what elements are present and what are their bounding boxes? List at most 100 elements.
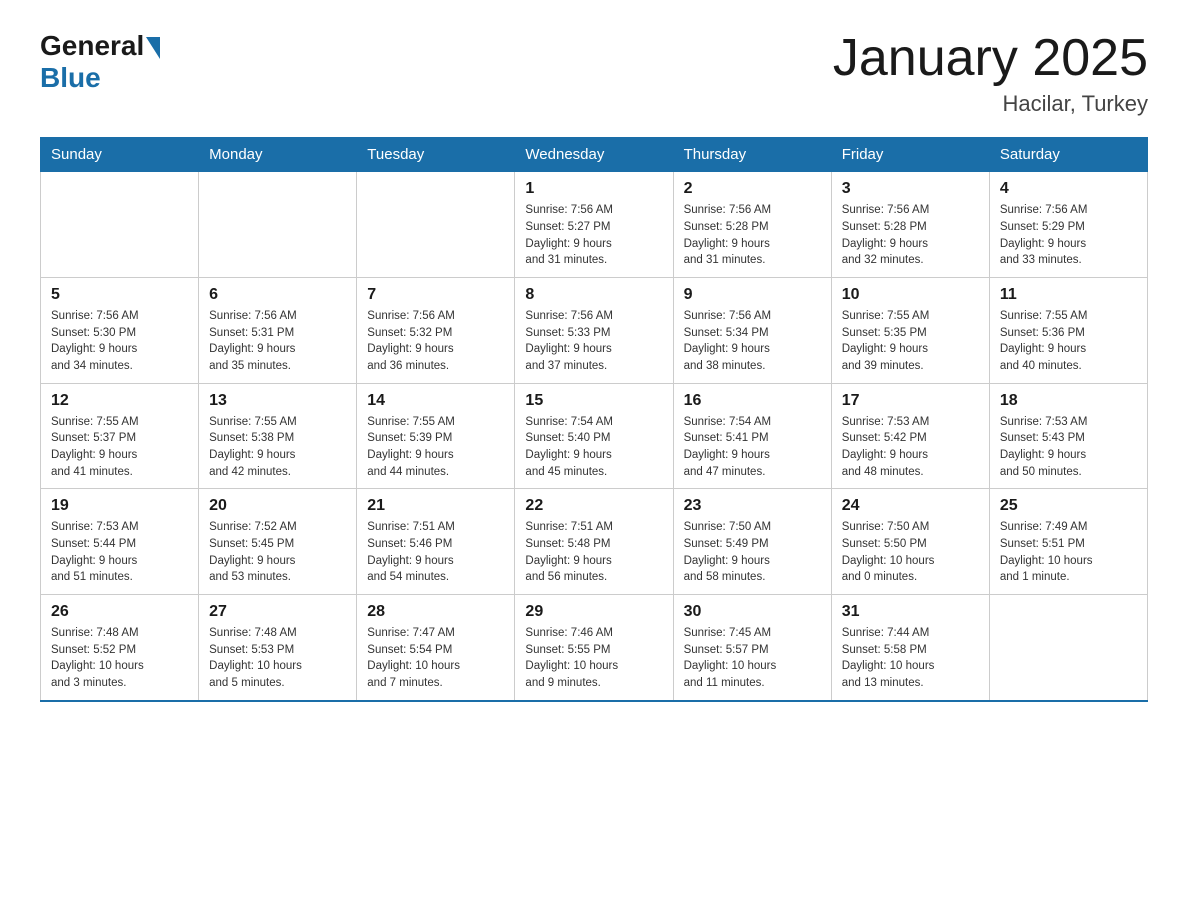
logo: General Blue xyxy=(40,30,160,94)
calendar-cell: 12 Sunrise: 7:55 AM Sunset: 5:37 PM Dayli… xyxy=(41,383,199,489)
day-number: 28 xyxy=(367,603,504,621)
day-number: 24 xyxy=(842,497,979,515)
calendar-cell xyxy=(41,172,199,278)
weekday-header: Friday xyxy=(831,138,989,172)
day-info: Sunrise: 7:56 AM Sunset: 5:30 PM Dayligh… xyxy=(51,308,188,375)
day-number: 7 xyxy=(367,286,504,304)
calendar-cell: 20Sunrise: 7:52 AM Sunset: 5:45 PM Dayli… xyxy=(199,489,357,595)
calendar-cell: 19 Sunrise: 7:53 AM Sunset: 5:44 PM Dayli… xyxy=(41,489,199,595)
calendar-cell xyxy=(357,172,515,278)
day-info: Sunrise: 7:53 AM Sunset: 5:42 PM Dayligh… xyxy=(842,414,979,481)
title-block: January 2025 Hacilar, Turkey xyxy=(833,30,1148,117)
day-info: Sunrise: 7:55 AM Sunset: 5:35 PM Dayligh… xyxy=(842,308,979,375)
calendar-cell: 7 Sunrise: 7:56 AM Sunset: 5:32 PM Daylig… xyxy=(357,277,515,383)
day-number: 5 xyxy=(51,286,188,304)
day-info: Sunrise: 7:56 AM Sunset: 5:28 PM Dayligh… xyxy=(684,202,821,269)
day-number: 26 xyxy=(51,603,188,621)
calendar-cell: 22Sunrise: 7:51 AM Sunset: 5:48 PM Dayli… xyxy=(515,489,673,595)
calendar-cell: 28Sunrise: 7:47 AM Sunset: 5:54 PM Dayli… xyxy=(357,594,515,700)
day-info: Sunrise: 7:53 AM Sunset: 5:43 PM Dayligh… xyxy=(1000,414,1137,481)
day-info: Sunrise: 7:48 AM Sunset: 5:53 PM Dayligh… xyxy=(209,625,346,692)
day-info: Sunrise: 7:56 AM Sunset: 5:33 PM Dayligh… xyxy=(525,308,662,375)
day-number: 15 xyxy=(525,392,662,410)
calendar-cell: 1 Sunrise: 7:56 AM Sunset: 5:27 PM Daylig… xyxy=(515,172,673,278)
calendar-week-row: 5 Sunrise: 7:56 AM Sunset: 5:30 PM Daylig… xyxy=(41,277,1148,383)
calendar-cell: 10 Sunrise: 7:55 AM Sunset: 5:35 PM Dayli… xyxy=(831,277,989,383)
day-info: Sunrise: 7:46 AM Sunset: 5:55 PM Dayligh… xyxy=(525,625,662,692)
calendar-week-row: 26Sunrise: 7:48 AM Sunset: 5:52 PM Dayli… xyxy=(41,594,1148,700)
day-info: Sunrise: 7:51 AM Sunset: 5:46 PM Dayligh… xyxy=(367,519,504,586)
calendar-week-row: 1 Sunrise: 7:56 AM Sunset: 5:27 PM Daylig… xyxy=(41,172,1148,278)
day-number: 8 xyxy=(525,286,662,304)
weekday-header: Saturday xyxy=(989,138,1147,172)
calendar-cell: 27 Sunrise: 7:48 AM Sunset: 5:53 PM Dayli… xyxy=(199,594,357,700)
calendar-cell: 15 Sunrise: 7:54 AM Sunset: 5:40 PM Dayli… xyxy=(515,383,673,489)
calendar-cell: 14Sunrise: 7:55 AM Sunset: 5:39 PM Dayli… xyxy=(357,383,515,489)
day-number: 13 xyxy=(209,392,346,410)
calendar-cell: 11Sunrise: 7:55 AM Sunset: 5:36 PM Dayli… xyxy=(989,277,1147,383)
day-number: 20 xyxy=(209,497,346,515)
calendar-cell: 8 Sunrise: 7:56 AM Sunset: 5:33 PM Daylig… xyxy=(515,277,673,383)
day-info: Sunrise: 7:55 AM Sunset: 5:38 PM Dayligh… xyxy=(209,414,346,481)
day-info: Sunrise: 7:56 AM Sunset: 5:27 PM Dayligh… xyxy=(525,202,662,269)
day-number: 18 xyxy=(1000,392,1137,410)
weekday-header: Thursday xyxy=(673,138,831,172)
day-number: 12 xyxy=(51,392,188,410)
calendar-cell xyxy=(199,172,357,278)
day-info: Sunrise: 7:50 AM Sunset: 5:50 PM Dayligh… xyxy=(842,519,979,586)
day-info: Sunrise: 7:44 AM Sunset: 5:58 PM Dayligh… xyxy=(842,625,979,692)
calendar-subtitle: Hacilar, Turkey xyxy=(833,91,1148,117)
calendar-cell: 9 Sunrise: 7:56 AM Sunset: 5:34 PM Daylig… xyxy=(673,277,831,383)
day-number: 19 xyxy=(51,497,188,515)
day-number: 4 xyxy=(1000,180,1137,198)
day-info: Sunrise: 7:56 AM Sunset: 5:34 PM Dayligh… xyxy=(684,308,821,375)
day-info: Sunrise: 7:49 AM Sunset: 5:51 PM Dayligh… xyxy=(1000,519,1137,586)
day-number: 27 xyxy=(209,603,346,621)
day-info: Sunrise: 7:56 AM Sunset: 5:29 PM Dayligh… xyxy=(1000,202,1137,269)
day-number: 25 xyxy=(1000,497,1137,515)
day-info: Sunrise: 7:53 AM Sunset: 5:44 PM Dayligh… xyxy=(51,519,188,586)
day-number: 17 xyxy=(842,392,979,410)
day-number: 11 xyxy=(1000,286,1137,304)
day-number: 22 xyxy=(525,497,662,515)
calendar-cell: 24 Sunrise: 7:50 AM Sunset: 5:50 PM Dayli… xyxy=(831,489,989,595)
day-number: 16 xyxy=(684,392,821,410)
calendar-cell: 26Sunrise: 7:48 AM Sunset: 5:52 PM Dayli… xyxy=(41,594,199,700)
day-info: Sunrise: 7:45 AM Sunset: 5:57 PM Dayligh… xyxy=(684,625,821,692)
day-info: Sunrise: 7:55 AM Sunset: 5:37 PM Dayligh… xyxy=(51,414,188,481)
calendar-cell xyxy=(989,594,1147,700)
calendar-cell: 3Sunrise: 7:56 AM Sunset: 5:28 PM Daylig… xyxy=(831,172,989,278)
weekday-header: Wednesday xyxy=(515,138,673,172)
day-number: 1 xyxy=(525,180,662,198)
day-info: Sunrise: 7:56 AM Sunset: 5:31 PM Dayligh… xyxy=(209,308,346,375)
calendar-cell: 31 Sunrise: 7:44 AM Sunset: 5:58 PM Dayli… xyxy=(831,594,989,700)
day-number: 9 xyxy=(684,286,821,304)
calendar-title: January 2025 xyxy=(833,30,1148,87)
calendar-cell: 21 Sunrise: 7:51 AM Sunset: 5:46 PM Dayli… xyxy=(357,489,515,595)
calendar-week-row: 12 Sunrise: 7:55 AM Sunset: 5:37 PM Dayli… xyxy=(41,383,1148,489)
weekday-header: Sunday xyxy=(41,138,199,172)
calendar-week-row: 19 Sunrise: 7:53 AM Sunset: 5:44 PM Dayli… xyxy=(41,489,1148,595)
weekday-header: Tuesday xyxy=(357,138,515,172)
calendar-cell: 23 Sunrise: 7:50 AM Sunset: 5:49 PM Dayli… xyxy=(673,489,831,595)
logo-blue-text: Blue xyxy=(40,62,160,94)
calendar-cell: 25 Sunrise: 7:49 AM Sunset: 5:51 PM Dayli… xyxy=(989,489,1147,595)
calendar-cell: 16 Sunrise: 7:54 AM Sunset: 5:41 PM Dayli… xyxy=(673,383,831,489)
day-info: Sunrise: 7:56 AM Sunset: 5:32 PM Dayligh… xyxy=(367,308,504,375)
day-number: 2 xyxy=(684,180,821,198)
calendar-cell: 18 Sunrise: 7:53 AM Sunset: 5:43 PM Dayli… xyxy=(989,383,1147,489)
logo-triangle-icon xyxy=(146,37,160,59)
calendar-cell: 17 Sunrise: 7:53 AM Sunset: 5:42 PM Dayli… xyxy=(831,383,989,489)
day-number: 10 xyxy=(842,286,979,304)
day-info: Sunrise: 7:50 AM Sunset: 5:49 PM Dayligh… xyxy=(684,519,821,586)
day-number: 21 xyxy=(367,497,504,515)
calendar-cell: 2 Sunrise: 7:56 AM Sunset: 5:28 PM Daylig… xyxy=(673,172,831,278)
day-number: 23 xyxy=(684,497,821,515)
weekday-header: Monday xyxy=(199,138,357,172)
calendar-cell: 13 Sunrise: 7:55 AM Sunset: 5:38 PM Dayli… xyxy=(199,383,357,489)
day-number: 31 xyxy=(842,603,979,621)
day-info: Sunrise: 7:54 AM Sunset: 5:40 PM Dayligh… xyxy=(525,414,662,481)
logo-general-text: General xyxy=(40,30,144,62)
day-info: Sunrise: 7:54 AM Sunset: 5:41 PM Dayligh… xyxy=(684,414,821,481)
day-number: 14 xyxy=(367,392,504,410)
